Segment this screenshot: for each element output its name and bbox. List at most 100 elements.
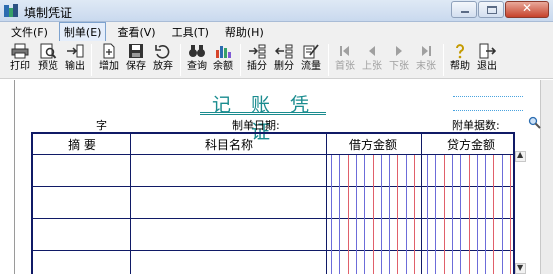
delete-row-icon	[275, 44, 293, 59]
column-divider	[130, 134, 131, 274]
help-button[interactable]: 帮助	[448, 42, 472, 78]
toolbar-separator	[180, 44, 181, 76]
arrow-up-icon: ▲	[517, 150, 524, 159]
close-button[interactable]: ✕	[505, 1, 549, 18]
last-icon	[422, 46, 431, 56]
maximize-button[interactable]	[478, 1, 504, 18]
previous-button[interactable]: 上张	[360, 42, 384, 78]
toolbar-separator	[91, 44, 92, 76]
amount-digit-line	[339, 155, 341, 274]
minimize-icon	[461, 11, 469, 13]
print-button[interactable]: 打印	[8, 42, 32, 78]
column-summary: 摘 要	[68, 138, 96, 152]
amount-digit-line	[405, 155, 407, 274]
page-left-border	[14, 80, 15, 274]
insert-split-button[interactable]: 插分	[245, 42, 269, 78]
next-button[interactable]: 下张	[387, 42, 411, 78]
amount-digit-line	[414, 155, 415, 274]
amount-digit-line	[427, 155, 428, 274]
query-button[interactable]: 查询	[185, 42, 209, 78]
menu-file[interactable]: 文件(F)	[6, 22, 53, 42]
amount-digit-line	[510, 155, 511, 274]
amount-digit-line	[493, 155, 495, 274]
amount-digit-line	[435, 155, 437, 274]
voucher-table-header: 摘 要 科目名称 借方金额 贷方金额	[33, 134, 513, 155]
attachments-label: 附单据数:	[452, 119, 500, 132]
toolbar-separator	[240, 44, 241, 76]
help-icon	[456, 44, 464, 59]
binoculars-icon	[189, 45, 205, 57]
add-button[interactable]: 增加	[97, 42, 121, 78]
amount-digit-line	[355, 155, 357, 274]
close-icon: ✕	[521, 1, 533, 15]
row-divider	[33, 218, 513, 219]
title-underline	[200, 112, 326, 113]
balance-button[interactable]: 余额	[211, 42, 235, 78]
exit-button[interactable]: 退出	[475, 42, 499, 78]
menu-voucher[interactable]: 制单(E)	[58, 21, 107, 42]
exit-icon	[479, 43, 496, 59]
undo-icon	[155, 45, 170, 59]
first-button[interactable]: 首张	[333, 42, 357, 78]
dotted-guide	[453, 96, 523, 97]
printer-icon	[11, 43, 29, 59]
menu-tools[interactable]: 工具(T)	[167, 22, 214, 42]
title-bar: 填制凭证 ✕	[0, 0, 553, 22]
column-credit: 贷方金额	[446, 138, 495, 152]
last-button[interactable]: 末张	[414, 42, 438, 78]
voucher-date-label: 制单日期:	[232, 119, 280, 132]
menu-help[interactable]: 帮助(H)	[220, 22, 269, 42]
title-underline	[200, 114, 326, 115]
save-icon	[129, 44, 143, 58]
next-icon	[396, 46, 402, 56]
amount-digit-line	[347, 155, 349, 274]
row-divider	[33, 186, 513, 187]
prev-icon	[369, 46, 375, 56]
add-icon	[103, 43, 115, 59]
discard-button[interactable]: 放弃	[151, 42, 175, 78]
insert-row-icon	[249, 44, 266, 59]
column-account: 科目名称	[204, 138, 253, 152]
minimize-button[interactable]	[451, 1, 477, 18]
amount-digit-line	[443, 155, 445, 274]
flow-icon	[303, 44, 319, 59]
amount-digit-line	[397, 155, 399, 274]
amount-digit-line	[468, 155, 470, 274]
flow-button[interactable]: 流量	[299, 42, 323, 78]
toolbar-separator	[443, 44, 444, 76]
export-button[interactable]: 输出	[63, 42, 87, 78]
amount-digit-line	[451, 155, 453, 274]
voucher-table: 摘 要 科目名称 借方金额 贷方金额	[31, 132, 515, 274]
amount-digit-line	[460, 155, 462, 274]
right-gutter	[540, 80, 553, 274]
amount-digit-line	[364, 155, 366, 274]
save-button[interactable]: 保存	[124, 42, 148, 78]
menu-bar: 文件(F) 制单(E) 查看(V) 工具(T) 帮助(H)	[0, 21, 553, 42]
arrow-down-icon: ▼	[517, 263, 524, 272]
export-icon	[67, 44, 84, 58]
scroll-up-button[interactable]: ▲	[515, 150, 526, 162]
preview-icon	[40, 43, 57, 59]
column-divider	[421, 134, 422, 274]
amount-digit-line	[476, 155, 478, 274]
voucher-type-label: 字	[96, 119, 107, 132]
toolbar: 打印 预览 输出 增加 保存 放弃 查询 余额 插分 删分 流量 首张 上张 下…	[0, 41, 553, 79]
column-debit: 借方金额	[348, 138, 397, 152]
delete-split-button[interactable]: 删分	[272, 42, 296, 78]
first-icon	[340, 46, 349, 56]
dotted-guide	[453, 110, 523, 111]
amount-digit-line	[501, 155, 503, 274]
preview-button[interactable]: 预览	[36, 42, 60, 78]
magnifier-icon[interactable]	[528, 116, 541, 129]
app-icon	[4, 4, 18, 17]
toolbar-separator	[328, 44, 329, 76]
amount-digit-line	[485, 155, 487, 274]
row-divider	[33, 250, 513, 251]
column-divider	[326, 134, 327, 274]
amount-digit-line	[331, 155, 332, 274]
amount-digit-line	[372, 155, 374, 274]
window-title: 填制凭证	[24, 6, 73, 20]
amount-digit-line	[389, 155, 391, 274]
menu-view[interactable]: 查看(V)	[112, 22, 160, 42]
scroll-down-button[interactable]: ▼	[515, 263, 526, 274]
